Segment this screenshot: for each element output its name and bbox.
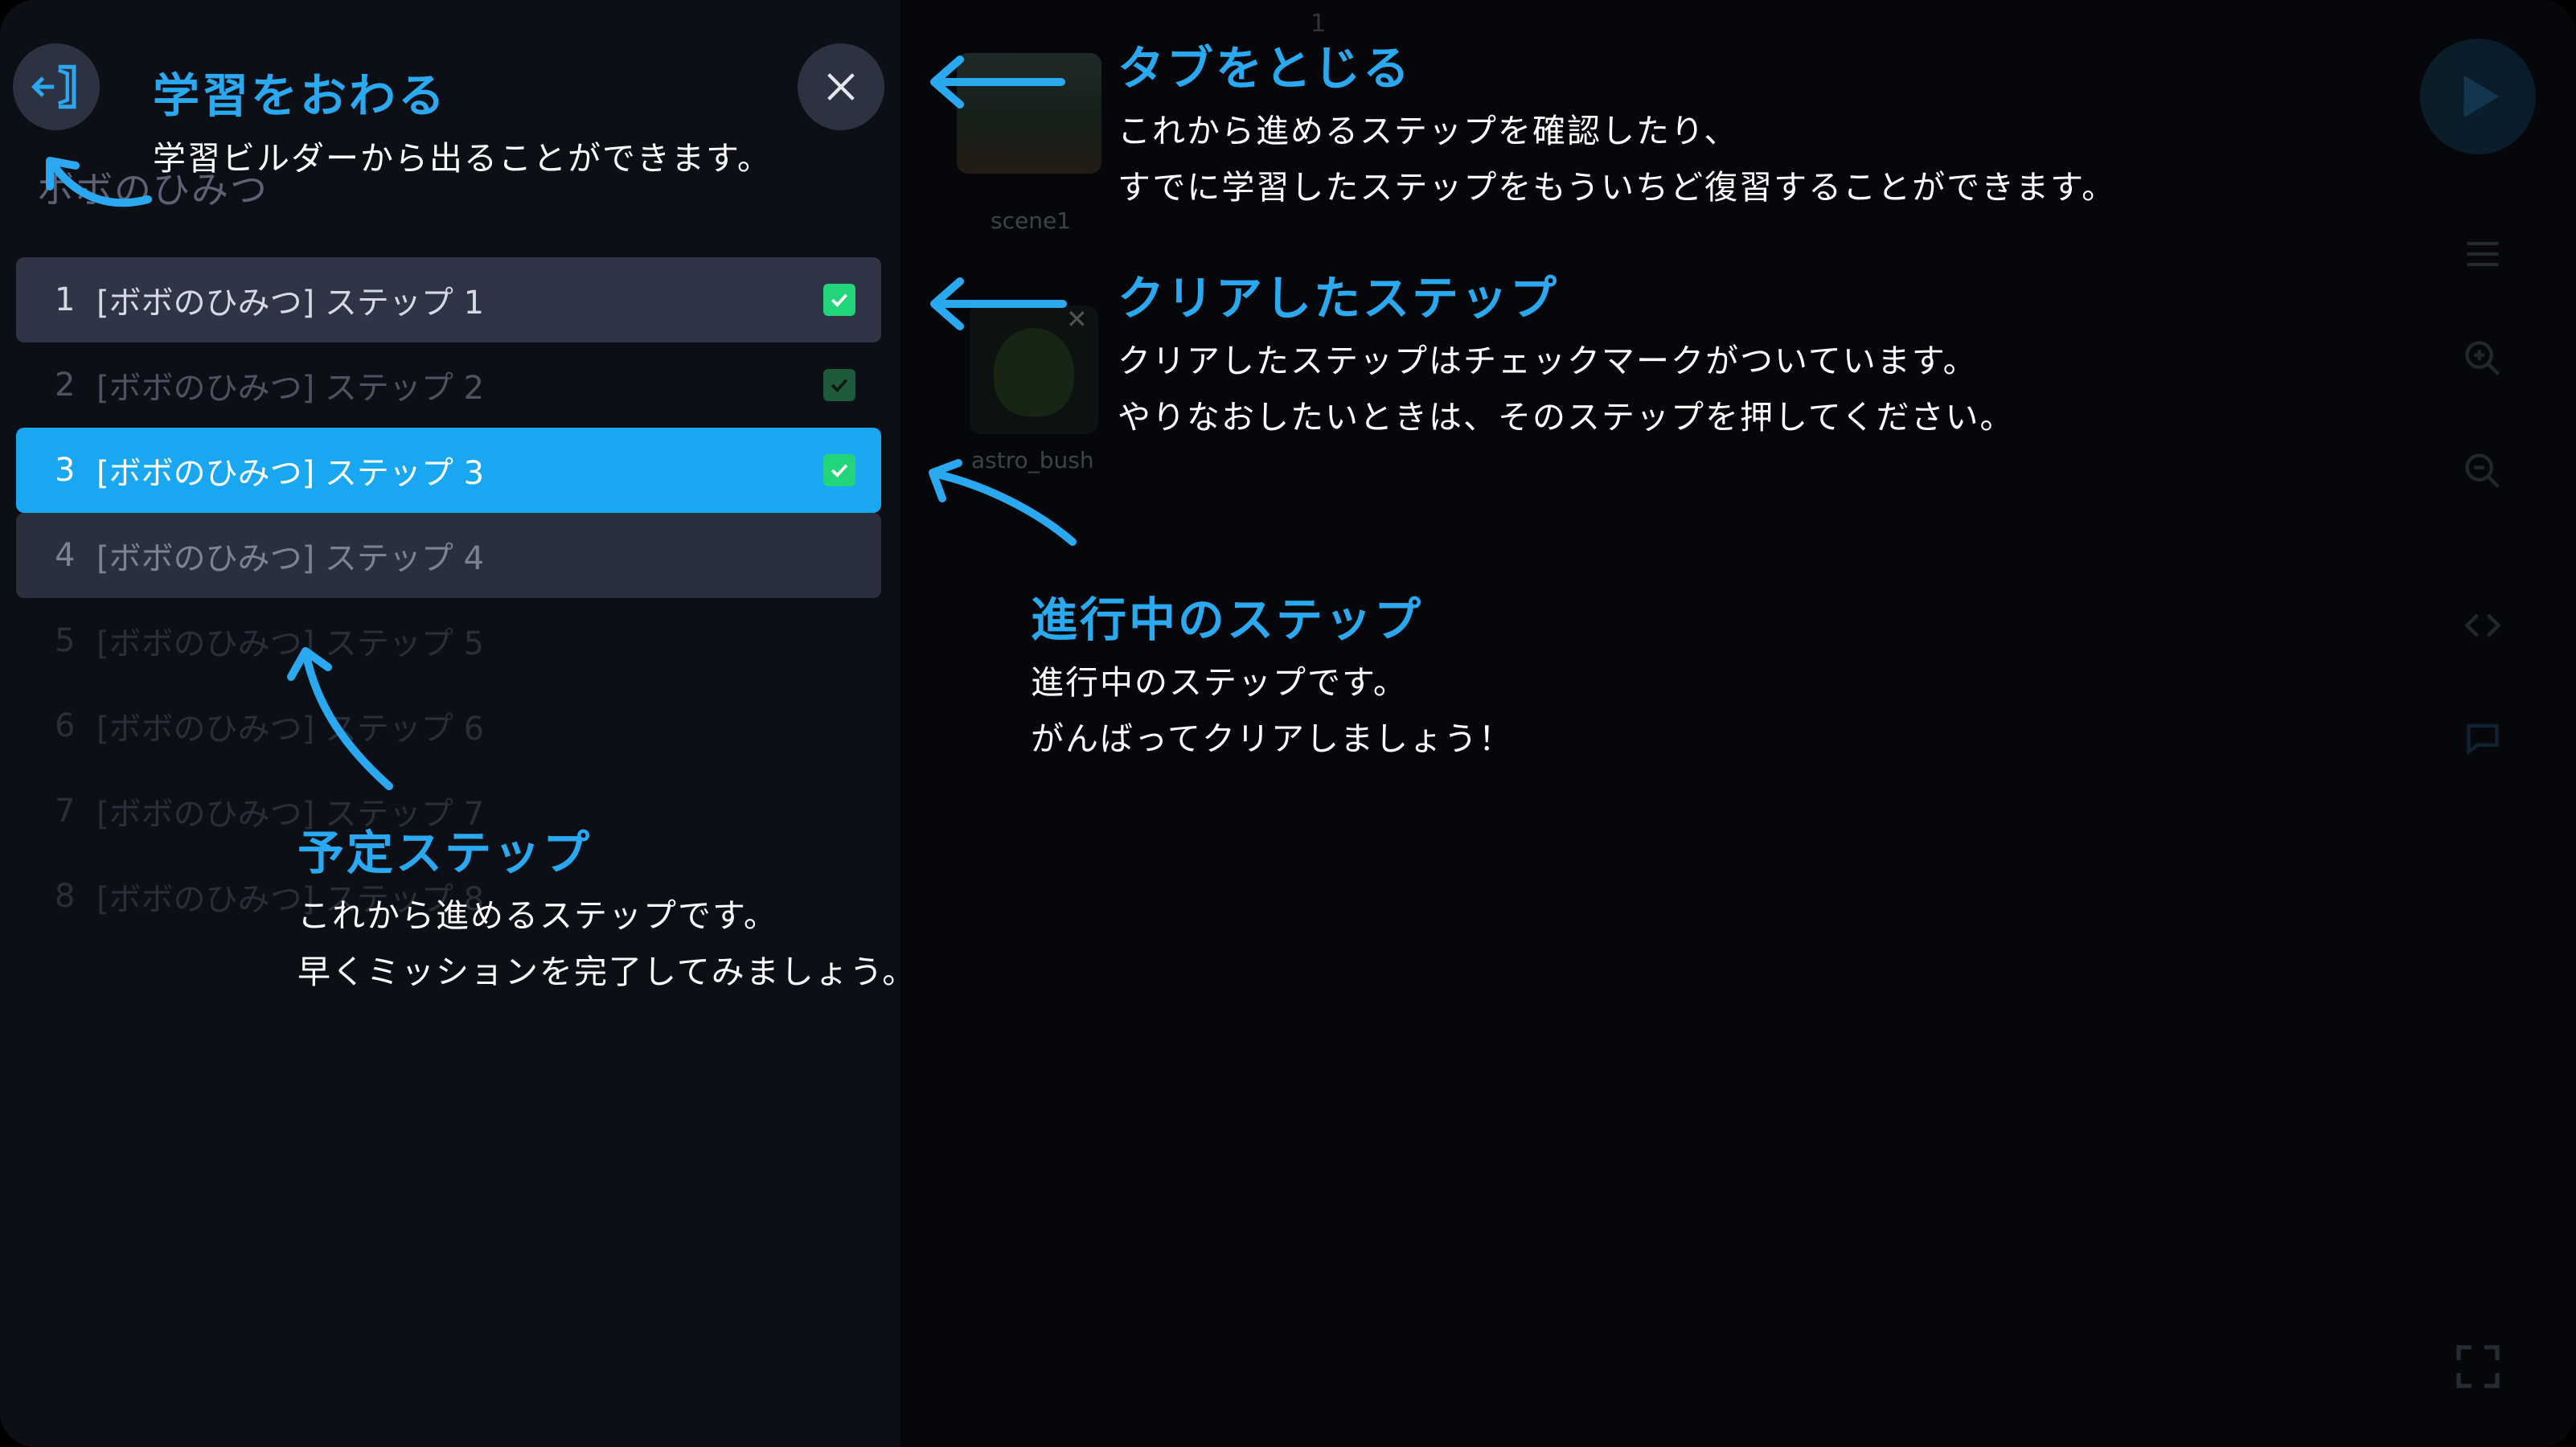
- step-number: 4: [55, 537, 76, 574]
- step-number: 5: [55, 622, 76, 659]
- step-label: [ボボのひみつ] ステップ 5: [96, 625, 485, 662]
- step-number: 6: [55, 707, 76, 744]
- annotation-current: 進行中のステップ 進行中のステップです。 がんばってクリアしましょう！: [1031, 582, 1513, 767]
- step-label: [ボボのひみつ] ステップ 6: [96, 711, 485, 748]
- annotation-body: クリアしたステップはチェックマークがついています。 やりなおしたいときは、そのス…: [1118, 333, 2015, 445]
- comment-icon[interactable]: [2462, 717, 2504, 759]
- step-number: 7: [55, 793, 76, 830]
- annotation-line: 早くミッションを完了してみましょう。: [297, 953, 917, 991]
- annotation-line: 進行中のステップです。: [1031, 663, 1408, 702]
- annotation-title: 進行中のステップ: [1031, 592, 1424, 647]
- checkmark-icon: [823, 454, 855, 486]
- step-number: 2: [55, 367, 76, 404]
- step-item-3[interactable]: 3 [ボボのひみつ] ステップ 3: [16, 428, 881, 513]
- step-label: [ボボのひみつ] ステップ 4: [96, 540, 485, 577]
- annotation-close-tab: タブをとじる これから進めるステップを確認したり、 すでに学習したステップをもう…: [1118, 31, 2116, 215]
- step-number: 3: [55, 452, 76, 489]
- list-icon[interactable]: [2462, 233, 2504, 275]
- scene-label: scene1: [991, 207, 1071, 234]
- fullscreen-icon[interactable]: [2452, 1341, 2504, 1392]
- steps-panel: ボボのひみつ 1 [ボボのひみつ] ステップ 1 2 [ボボのひみつ] ステップ…: [0, 0, 900, 1447]
- annotation-exit: 学習をおわる 学習ビルダーから出ることができます。: [153, 58, 772, 187]
- annotation-line: すでに学習したステップをもういちど復習することができます。: [1118, 168, 2117, 207]
- run-button[interactable]: [2420, 39, 2536, 154]
- annotation-line: これから進めるステップを確認したり、: [1118, 112, 1739, 150]
- annotation-body: 進行中のステップです。 がんばってクリアしましょう！: [1031, 654, 1513, 767]
- annotation-title: タブをとじる: [1118, 41, 1413, 96]
- sprite-delete-icon[interactable]: ✕: [1066, 304, 1088, 334]
- play-icon: [2463, 75, 2500, 118]
- annotation-line: やりなおしたいときは、そのステップを押してください。: [1118, 398, 2015, 437]
- step-item-1[interactable]: 1 [ボボのひみつ] ステップ 1: [16, 257, 881, 342]
- checkmark-icon: [823, 284, 855, 316]
- annotation-line: がんばってクリアしましょう！: [1031, 719, 1513, 758]
- code-icon[interactable]: [2462, 605, 2504, 646]
- annotation-cleared: クリアしたステップ クリアしたステップはチェックマークがついています。 やりなお…: [1118, 260, 2015, 445]
- zoom-out-icon[interactable]: [2462, 450, 2504, 492]
- step-item-2[interactable]: 2 [ボボのひみつ] ステップ 2: [16, 342, 881, 428]
- zoom-in-icon[interactable]: [2462, 338, 2504, 379]
- close-tab-button[interactable]: [798, 43, 884, 130]
- step-label: [ボボのひみつ] ステップ 1: [96, 285, 485, 322]
- exit-door-icon: [31, 64, 76, 109]
- checkmark-icon: [823, 369, 855, 401]
- step-item-5[interactable]: 5 [ボボのひみつ] ステップ 5: [16, 598, 881, 683]
- annotation-body: 学習ビルダーから出ることができます。: [153, 130, 772, 187]
- step-number: 1: [55, 281, 76, 318]
- annotation-title: クリアしたステップ: [1118, 271, 1560, 326]
- close-icon: [827, 73, 855, 100]
- step-item-6[interactable]: 6 [ボボのひみつ] ステップ 6: [16, 683, 881, 769]
- exit-learning-button[interactable]: [13, 43, 100, 130]
- annotation-upcoming: 予定ステップ これから進めるステップです。 早くミッションを完了してみましょう。: [297, 815, 917, 1000]
- sprite-label: astro_bush: [971, 447, 1094, 473]
- scene-thumbnail[interactable]: [957, 53, 1101, 174]
- annotation-line: 学習ビルダーから出ることができます。: [153, 139, 772, 178]
- annotation-line: クリアしたステップはチェックマークがついています。: [1118, 342, 1978, 380]
- step-number: 8: [55, 878, 76, 915]
- step-item-4[interactable]: 4 [ボボのひみつ] ステップ 4: [16, 513, 881, 598]
- annotation-body: これから進めるステップです。 早くミッションを完了してみましょう。: [297, 887, 917, 1000]
- annotation-title: 予定ステップ: [297, 826, 593, 880]
- step-label: [ボボのひみつ] ステップ 3: [96, 455, 485, 492]
- annotation-line: これから進めるステップです。: [297, 896, 778, 935]
- tutorial-overlay-screen: 1 scene1 ✕ astro_bush ボボのひみつ 1 [ボボのひみつ] …: [0, 0, 2576, 1447]
- step-label: [ボボのひみつ] ステップ 2: [96, 370, 485, 407]
- annotation-body: これから進めるステップを確認したり、 すでに学習したステップをもういちど復習する…: [1118, 103, 2116, 215]
- annotation-title: 学習をおわる: [153, 68, 448, 123]
